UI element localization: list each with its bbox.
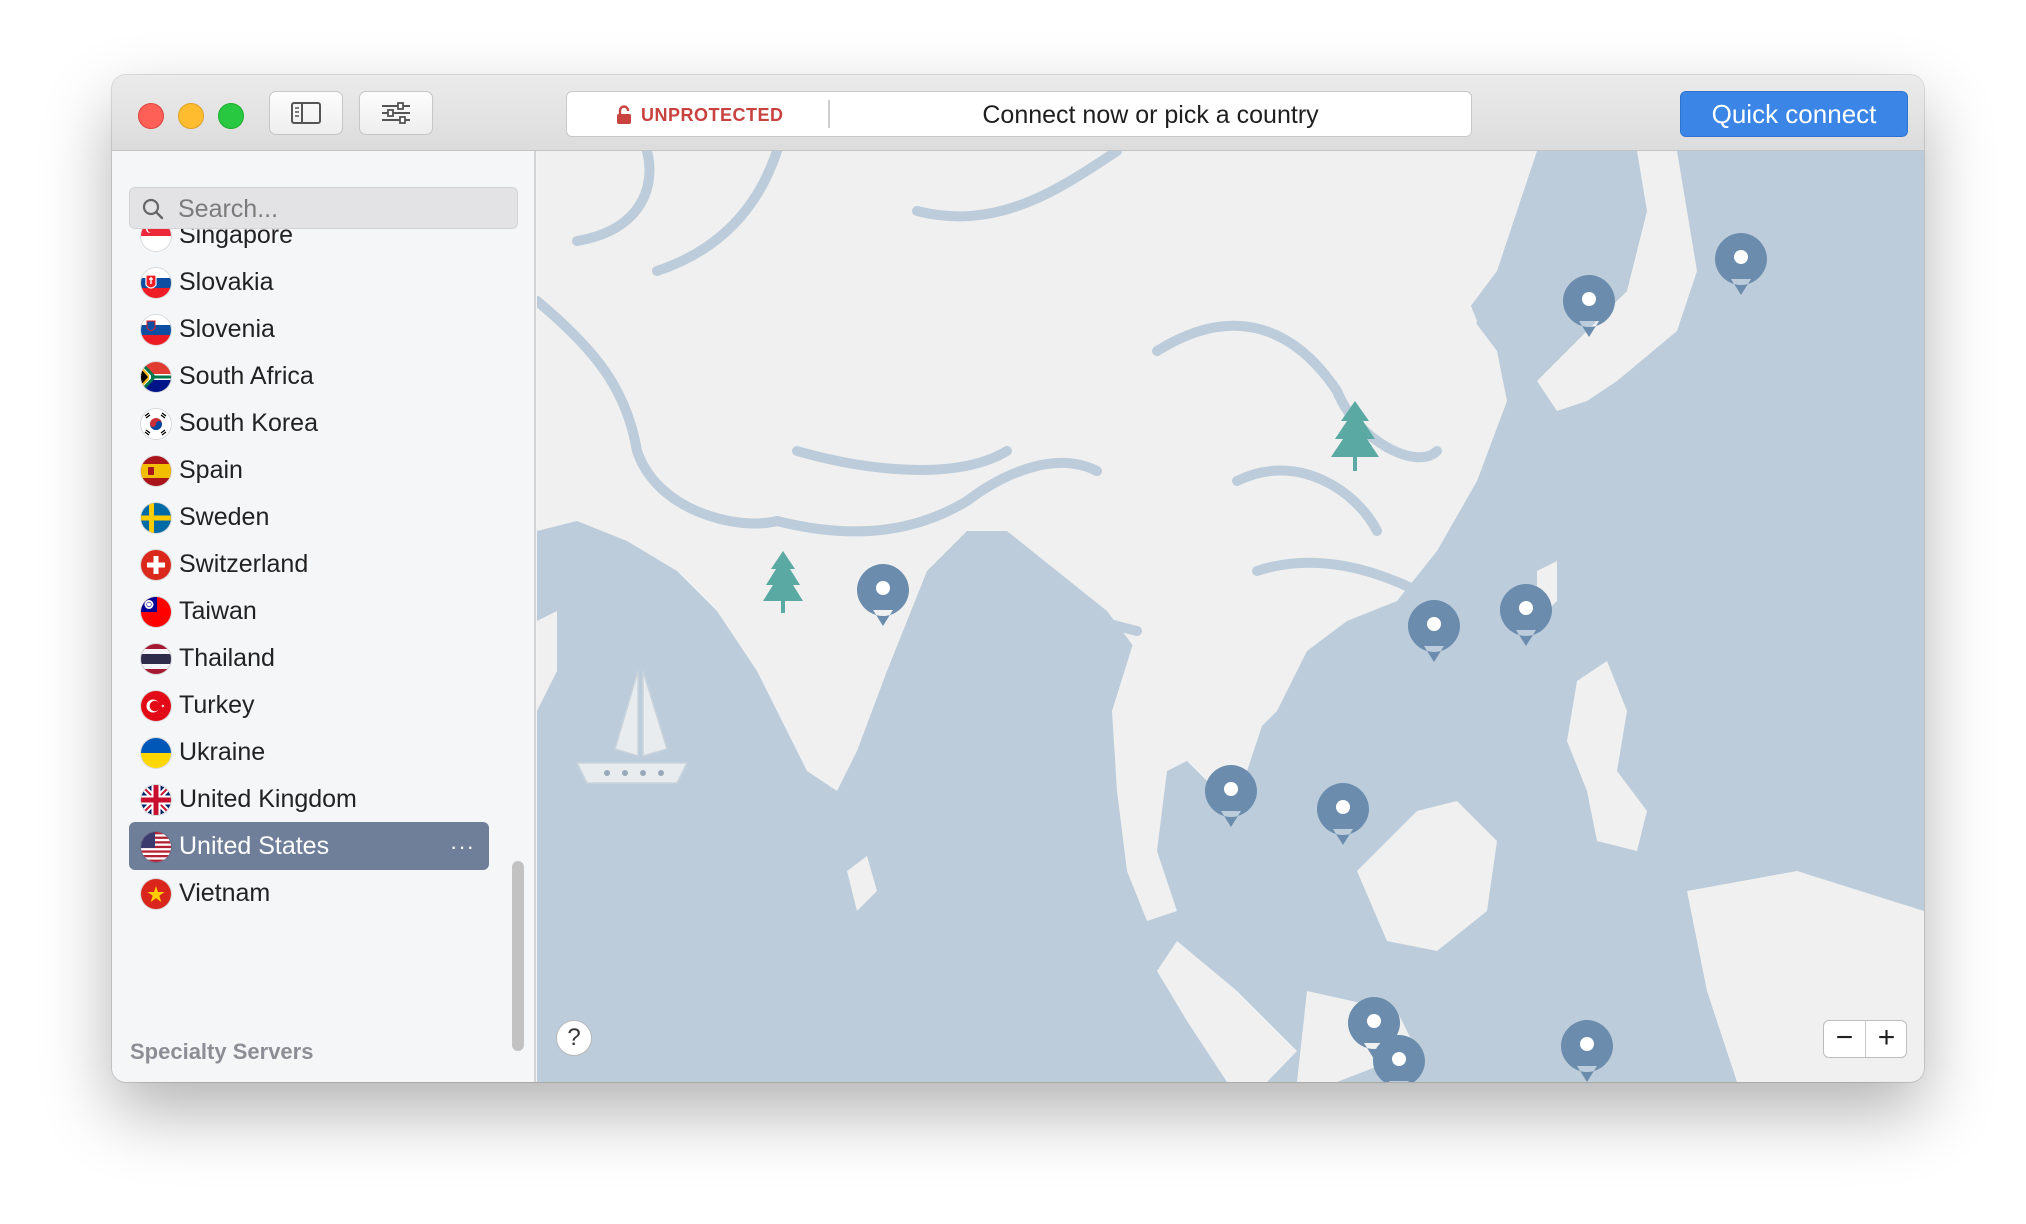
zoom-window-button[interactable]: [218, 103, 244, 129]
zoom-controls: − +: [1823, 1020, 1907, 1058]
country-row-sweden[interactable]: Sweden: [129, 493, 489, 541]
sidebar-scrollbar-thumb[interactable]: [512, 861, 524, 1051]
country-row-singapore[interactable]: Singapore: [129, 229, 489, 259]
sailboat-icon: [575, 670, 689, 784]
country-label: Turkey: [179, 691, 255, 719]
server-pin-icon: [1205, 765, 1257, 827]
taiwan-flag-icon: [141, 597, 171, 627]
country-row-slovakia[interactable]: Slovakia: [129, 258, 489, 306]
zoom-in-button[interactable]: +: [1866, 1021, 1907, 1057]
slovenia-flag-icon: [141, 315, 171, 345]
srilanka-landmass: [847, 856, 877, 911]
specialty-servers-header: Specialty Servers: [130, 1039, 314, 1064]
country-label: Taiwan: [179, 597, 257, 625]
search-icon: [142, 198, 164, 220]
country-label: Spain: [179, 456, 243, 484]
settings-button[interactable]: [359, 91, 433, 135]
country-row-slovenia[interactable]: Slovenia: [129, 305, 489, 353]
sliders-icon: [382, 102, 410, 124]
server-pin-icon: [1317, 783, 1369, 845]
country-label: Vietnam: [179, 879, 271, 907]
zoom-out-button[interactable]: −: [1824, 1021, 1866, 1057]
country-row-ukraine[interactable]: Ukraine: [129, 728, 489, 776]
app-window: UNPROTECTED Connect now or pick a countr…: [112, 75, 1924, 1082]
country-row-switzerland[interactable]: Switzerland: [129, 540, 489, 588]
search-input[interactable]: [176, 192, 510, 226]
ukraine-flag-icon: [141, 738, 171, 768]
country-row-south-korea[interactable]: South Korea: [129, 399, 489, 447]
unlocked-padlock-icon: [617, 105, 631, 124]
singapore-flag-icon: [141, 229, 171, 251]
country-row-thailand[interactable]: Thailand: [129, 634, 489, 682]
country-label: Switzerland: [179, 550, 309, 578]
spain-flag-icon: [141, 456, 171, 486]
country-list: Singapore Slovakia Slovenia South Africa: [112, 229, 502, 929]
country-label: Ukraine: [179, 738, 266, 766]
sumatra-landmass: [1157, 941, 1297, 1082]
country-label: Sweden: [179, 503, 270, 531]
toggle-sidebar-button[interactable]: [269, 91, 343, 135]
west-landmass: [537, 611, 557, 711]
country-label: South Africa: [179, 362, 314, 390]
japan-landmass: [1537, 151, 1697, 411]
country-row-spain[interactable]: Spain: [129, 446, 489, 494]
vietnam-flag-icon: [141, 879, 171, 909]
country-label: Slovenia: [179, 315, 275, 343]
sweden-flag-icon: [141, 503, 171, 533]
country-row-united-states[interactable]: United States ···: [129, 822, 489, 870]
south-korea-flag-icon: [141, 409, 171, 439]
slovakia-flag-icon: [141, 268, 171, 298]
country-row-united-kingdom[interactable]: United Kingdom: [129, 775, 489, 823]
country-row-turkey[interactable]: Turkey: [129, 681, 489, 729]
country-label: United Kingdom: [179, 785, 357, 813]
minimize-window-button[interactable]: [178, 103, 204, 129]
country-row-taiwan[interactable]: Taiwan: [129, 587, 489, 635]
world-map[interactable]: ? − +: [537, 151, 1924, 1082]
country-label: Singapore: [179, 229, 293, 249]
borneo-landmass: [1357, 801, 1497, 951]
country-label: United States: [179, 832, 330, 860]
country-row-vietnam[interactable]: Vietnam: [129, 869, 489, 917]
country-label: Slovakia: [179, 268, 274, 296]
country-row-south-africa[interactable]: South Africa: [129, 352, 489, 400]
title-bar: UNPROTECTED Connect now or pick a countr…: [112, 75, 1924, 151]
server-pin-icon: [1715, 233, 1767, 295]
close-window-button[interactable]: [138, 103, 164, 129]
search-field[interactable]: [129, 187, 518, 229]
turkey-flag-icon: [141, 691, 171, 721]
philippines-landmass: [1567, 661, 1647, 851]
status-message: Connect now or pick a country: [982, 101, 1319, 129]
server-pin-icon: [1561, 1020, 1613, 1082]
country-label: Thailand: [179, 644, 275, 672]
country-label: South Korea: [179, 409, 318, 437]
server-pin-icon: [1408, 600, 1460, 662]
help-button[interactable]: ?: [556, 1020, 592, 1056]
connection-status-bar[interactable]: UNPROTECTED Connect now or pick a countr…: [566, 91, 1472, 137]
sidebar: Singapore Slovakia Slovenia South Africa: [112, 151, 536, 1082]
quick-connect-button[interactable]: Quick connect: [1680, 91, 1908, 137]
us-flag-icon: [141, 832, 171, 862]
sidebar-icon: [291, 102, 321, 124]
south-africa-flag-icon: [141, 362, 171, 392]
more-options-icon[interactable]: ···: [450, 834, 475, 860]
uk-flag-icon: [141, 785, 171, 815]
map-canvas: [537, 151, 1924, 1082]
server-pin-icon: [1500, 584, 1552, 646]
thailand-flag-icon: [141, 644, 171, 674]
switzerland-flag-icon: [141, 550, 171, 580]
protection-status-label: UNPROTECTED: [641, 105, 784, 125]
